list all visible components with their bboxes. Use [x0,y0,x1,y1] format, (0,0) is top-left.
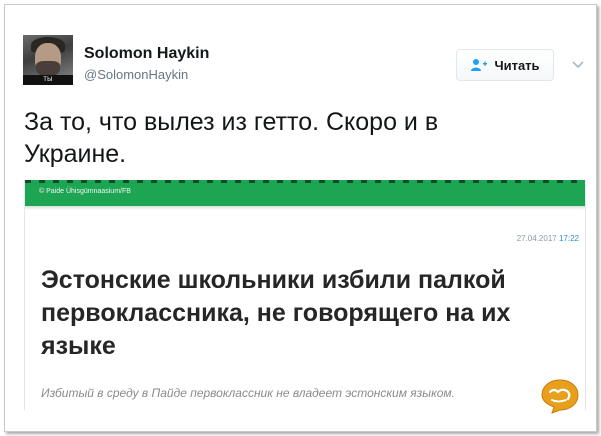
chevron-down-icon[interactable] [571,57,585,71]
card-photo-edge [25,180,585,183]
add-user-icon [470,58,488,72]
tweet-text: За то, что вылез из гетто. Скоро и в Укр… [24,108,439,168]
watermark-logo [540,378,580,414]
card-divider [25,206,585,210]
article-date: 27.04.2017 17:22 [517,234,579,243]
article-date-value: 27.04.2017 [516,234,557,243]
follow-button-label: Читать [494,57,540,73]
follow-button[interactable]: Читать [456,49,554,81]
article-subline: Избитый в среду в Пайде первоклассник не… [41,386,455,400]
avatar-caption: ТЫ СОВЕСТЛИВ? [23,75,73,85]
author-handle[interactable]: @SolomonHaykin [84,67,188,82]
tweet-screenshot: ТЫ СОВЕСТЛИВ? Solomon Haykin @SolomonHay… [4,4,597,432]
news-card[interactable]: © Paide Ühisgümnaasium/FB 27.04.2017 17:… [24,180,586,410]
avatar[interactable]: ТЫ СОВЕСТЛИВ? [23,35,73,85]
card-photo-strip: © Paide Ühisgümnaasium/FB [25,180,585,206]
photo-credit: © Paide Ühisgümnaasium/FB [39,188,131,195]
author-name[interactable]: Solomon Haykin [84,45,209,63]
article-headline[interactable]: Эстонские школьники избили палкой первок… [41,264,581,363]
article-time[interactable]: 17:22 [559,234,579,243]
